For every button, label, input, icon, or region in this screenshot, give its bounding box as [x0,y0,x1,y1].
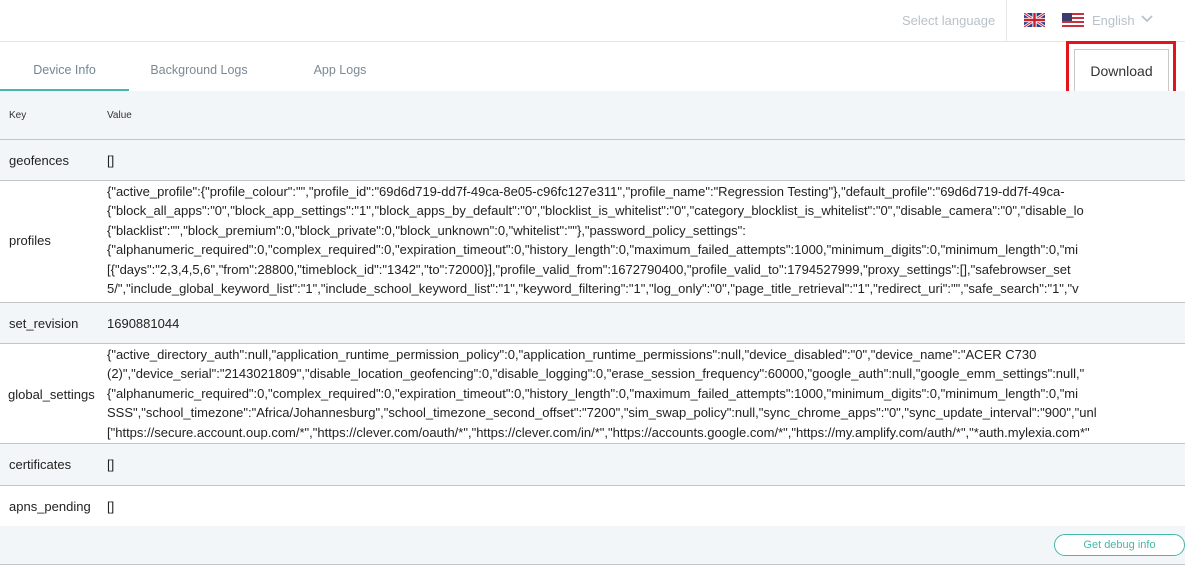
value-line: {"blacklist":"","block_premium":0,"block… [107,222,746,238]
table-header: Key Value [0,91,1185,140]
uk-flag-icon[interactable] [1024,13,1045,27]
get-debug-info-button[interactable]: Get debug info [1054,534,1185,556]
column-header-key: Key [9,110,27,121]
device-info-table: Key Value geofences [] profiles {"active… [0,91,1185,527]
tab-app-logs[interactable]: App Logs [300,50,380,91]
value-line: {"active_profile":{"profile_colour":"","… [107,184,1065,199]
value-line: {"alphanumeric_required":0,"complex_requ… [107,242,1079,258]
tab-background-logs[interactable]: Background Logs [140,50,258,91]
row-value: [] [107,153,115,168]
row-key: certificates [9,457,72,472]
value-line: ["https://secure.account.oup.com/*","htt… [107,424,1090,440]
value-line: {"alphanumeric_required":0,"complex_requ… [107,385,1079,401]
value-line: [{"days":"2,3,4,5,6","from":28800,"timeb… [107,261,1071,277]
row-value: [] [107,457,115,472]
row-key: apns_pending [9,499,91,514]
tab-device-info[interactable]: Device Info [0,50,129,91]
row-key: profiles [9,233,51,248]
table-row-global-settings: global_settings {"active_directory_auth"… [0,344,1185,444]
row-key: global_settings [8,387,95,402]
table-row-profiles: profiles {"active_profile":{"profile_col… [0,181,1185,303]
tab-bar: Device Info Background Logs App Logs [0,50,1060,91]
row-value: [] [107,499,115,514]
divider [1006,0,1007,42]
table-row-apns-pending: apns_pending [] [0,486,1185,527]
footer-bar: Get debug info [0,526,1185,565]
value-line: 5/","include_global_keyword_list":"1","i… [107,281,1079,297]
value-line: {"block_all_apps":"0","block_app_setting… [107,203,1084,219]
table-row-geofences: geofences [] [0,140,1185,181]
table-row-certificates: certificates [] [0,444,1185,486]
us-flag-icon [1062,13,1084,27]
value-line: (2)","device_serial":"2143021809","disab… [107,366,1085,382]
row-key: set_revision [9,316,79,331]
row-value: {"active_directory_auth":null,"applicati… [107,345,1185,442]
row-key: geofences [9,153,69,168]
row-value: {"active_profile":{"profile_colour":"","… [107,182,1185,298]
select-language-label: Select language [902,13,996,28]
table-row-set-revision: set_revision 1690881044 [0,303,1185,344]
chevron-down-icon[interactable] [1141,15,1153,23]
row-value: 1690881044 [107,316,180,331]
value-line: {"active_directory_auth":null,"applicati… [107,347,1037,362]
column-header-value: Value [107,110,132,121]
value-line: SSS","school_timezone":"Africa/Johannesb… [107,405,1097,421]
top-bar: Select language English [0,0,1185,42]
language-selector[interactable]: English [1092,13,1135,28]
download-button[interactable]: Download [1074,49,1169,92]
